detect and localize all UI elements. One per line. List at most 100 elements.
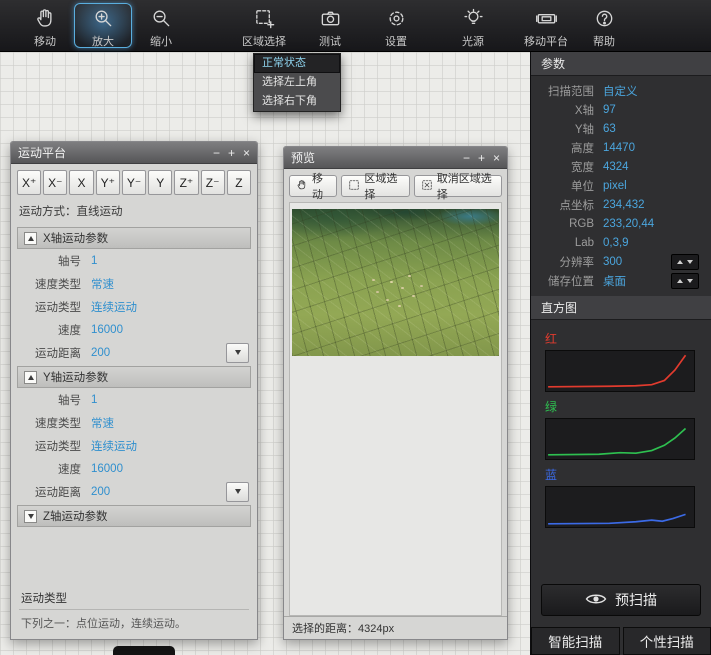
param-row: Lab 0,3,9 [531,233,711,252]
param-value[interactable]: 连续运动 [91,299,137,315]
panel-titlebar[interactable]: 运动平台 − + × [11,142,257,164]
menu-item-select-top-left[interactable]: 选择左上角 [254,73,340,92]
button-label: 移动 [312,170,330,202]
param-row: 速度 16000 [17,457,251,480]
toolbar-label: 区域选择 [242,33,286,49]
collapse-toggle-icon[interactable] [24,510,37,523]
resolution-spinner[interactable] [671,254,699,270]
red-histogram [545,350,695,392]
green-histogram [545,418,695,460]
minimize-button[interactable]: − [463,151,470,165]
param-value[interactable]: 连续运动 [91,438,137,454]
param-value[interactable]: 200 [91,486,110,498]
dropdown-button[interactable] [226,482,249,502]
toolbar-button-zoom-in[interactable]: 放大 [74,3,132,48]
param-value[interactable]: 桌面 [603,273,626,289]
toolbar-button-moving-platform[interactable]: 移动平台 [517,3,575,48]
toolbar-button-settings[interactable]: 设置 [367,3,425,48]
param-row: 速度 16000 [17,318,251,341]
toolbar-label: 设置 [385,33,407,49]
param-row: X轴 97 [531,100,711,119]
motion-platform-panel: 运动平台 − + × X⁺ X⁻ X Y⁺ Y⁻ Y Z⁺ Z⁻ Z 运动方式：… [10,141,258,640]
axis-button-z-plus[interactable]: Z⁺ [174,170,198,195]
param-label: 运动类型 [17,438,91,454]
smart-scan-button[interactable]: 智能扫描 [531,627,620,655]
storage-spinner[interactable] [671,273,699,289]
panel-titlebar[interactable]: 预览 − + × [284,147,507,169]
axis-button-x-minus[interactable]: X⁻ [43,170,67,195]
param-value[interactable]: 300 [603,256,622,268]
param-value[interactable]: 常速 [91,415,114,431]
collapse-toggle-icon[interactable] [24,371,37,384]
menu-item-normal-state[interactable]: 正常状态 [254,54,340,73]
top-toolbar: 移动 放大 缩小 区域选择 测试 设置 光源 移动平台 [0,0,711,52]
maximize-button[interactable]: + [478,151,485,165]
param-label: 速度 [17,322,91,338]
param-value: 233,20,44 [603,218,654,230]
param-value[interactable]: 16000 [91,463,123,475]
parameters-title: 参数 [541,55,565,72]
param-label: Y轴 [531,121,603,137]
menu-item-select-bottom-right[interactable]: 选择右下角 [254,92,340,111]
histogram-header: 直方图 [531,296,711,320]
toolbar-button-light-source[interactable]: 光源 [444,3,502,48]
param-value[interactable]: 14470 [603,142,635,154]
dropdown-button[interactable] [226,343,249,363]
param-value[interactable]: 1 [91,394,97,406]
preview-region-select-button[interactable]: 区域选择 [341,175,409,197]
toolbar-button-region-select[interactable]: 区域选择 [235,3,293,48]
hand-icon [34,7,57,33]
window-controls: − + × [463,151,500,165]
param-label: 点坐标 [531,197,603,213]
prescan-button[interactable]: 预扫描 [541,584,701,616]
param-value[interactable]: 4324 [603,161,629,173]
bulb-icon [462,7,485,33]
param-label: 运动类型 [17,299,91,315]
param-label: Lab [531,237,603,249]
param-value[interactable]: 200 [91,347,110,359]
window-controls: − + × [213,146,250,160]
param-value[interactable]: 自定义 [603,83,638,99]
toolbar-button-help[interactable]: 帮助 [575,3,633,48]
section-header-z-axis[interactable]: Z轴运动参数 [17,505,251,527]
param-label: 储存位置 [531,273,603,289]
histograms: 红 绿 蓝 [531,320,711,528]
axis-button-x-plus[interactable]: X⁺ [17,170,41,195]
axis-button-y-plus[interactable]: Y⁺ [96,170,120,195]
axis-button-y-minus[interactable]: Y⁻ [122,170,146,195]
close-button[interactable]: × [243,146,250,160]
preview-canvas[interactable] [289,202,502,616]
maximize-button[interactable]: + [228,146,235,160]
param-value[interactable]: pixel [603,180,627,192]
custom-scan-button[interactable]: 个性扫描 [623,627,711,655]
toolbar-button-zoom-out[interactable]: 缩小 [132,3,190,48]
section-header-y-axis[interactable]: Y轴运动参数 [17,366,251,388]
preview-move-button[interactable]: 移动 [289,175,337,197]
param-value[interactable]: 1 [91,255,97,267]
preview-cancel-region-button[interactable]: 取消区域选择 [414,175,502,197]
axis-button-z-minus[interactable]: Z⁻ [201,170,225,195]
toolbar-button-test[interactable]: 测试 [301,3,359,48]
red-histogram-curve [548,355,685,387]
blue-channel-label: 蓝 [545,466,695,483]
axis-button-y[interactable]: Y [148,170,172,195]
parameters-header: 参数 [531,52,711,76]
preview-statusbar: 选择的距离：4324px [284,616,507,639]
param-value[interactable]: 16000 [91,324,123,336]
toolbar-label: 帮助 [593,33,615,49]
param-row: 运动距离 200 [17,480,251,503]
param-value[interactable]: 常速 [91,276,114,292]
section-header-x-axis[interactable]: X轴运动参数 [17,227,251,249]
collapse-toggle-icon[interactable] [24,232,37,245]
close-button[interactable]: × [493,151,500,165]
minimize-button[interactable]: − [213,146,220,160]
param-label: 速度类型 [17,415,91,431]
toolbar-button-move[interactable]: 移动 [16,3,74,48]
toolbar-label: 移动平台 [524,33,568,49]
motion-help-area: 运动类型 下列之一：点位运动，连续运动。 [17,585,251,635]
app-window: 移动 放大 缩小 区域选择 测试 设置 光源 移动平台 [0,0,711,655]
param-value[interactable]: 97 [603,104,616,116]
axis-button-x[interactable]: X [69,170,93,195]
axis-button-z[interactable]: Z [227,170,251,195]
param-value[interactable]: 63 [603,123,616,135]
